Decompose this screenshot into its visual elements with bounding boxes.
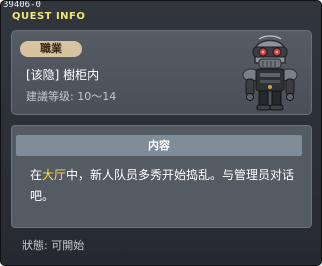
description-location-highlight: 大厅 [42,168,67,182]
window-id-label: 39406-0 [3,0,41,10]
window-title: QUEST INFO [12,11,86,22]
quest-recommended-level: 建議等级: 10～14 [26,90,117,103]
job-tag-badge: 職業 [20,41,82,57]
robot-npc-portrait [242,35,298,111]
content-header: 内容 [16,135,302,156]
description-text-after: 中，新人队员多秀开始捣乱。与管理员对话吧。 [30,168,295,203]
quest-description: 在大厅中，新人队员多秀开始捣乱。与管理员对话吧。 [30,165,302,207]
quest-name: [该隐] 樹柜内 [26,68,100,82]
quest-info-window: 39406-0 QUEST INFO 職業 [该隐] 樹柜内 建議等级: 10～… [0,0,322,266]
description-text-before: 在 [30,168,43,182]
quest-status: 狀態: 可開始 [22,239,85,252]
